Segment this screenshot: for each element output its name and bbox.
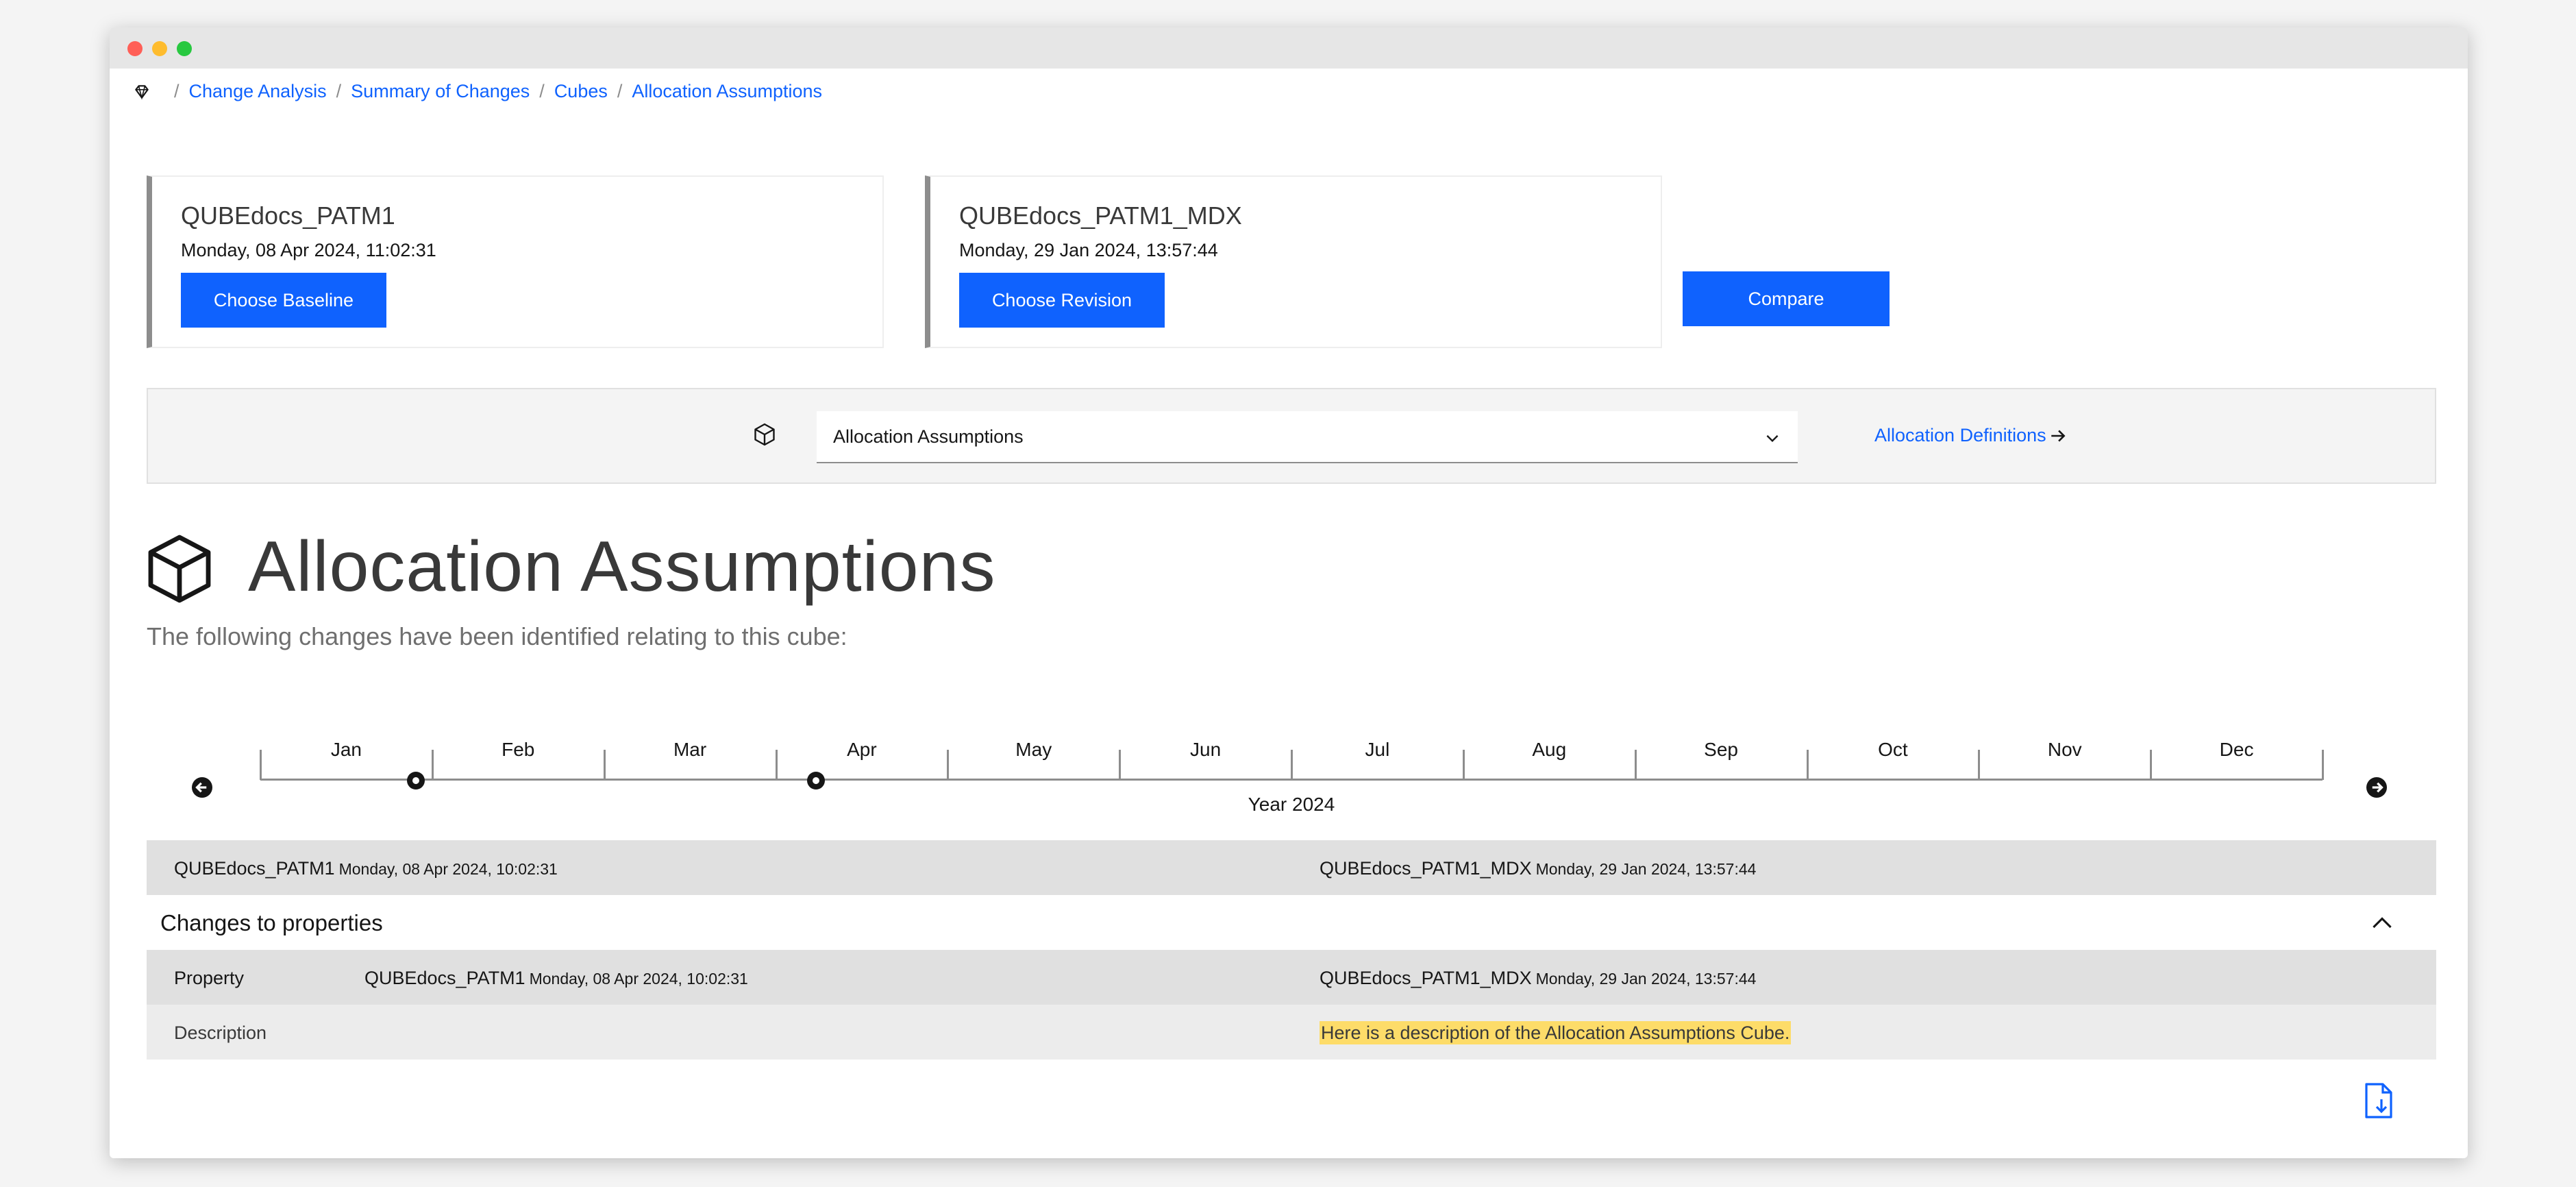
property-column-header: Property (174, 968, 245, 988)
timeline-tick (1291, 750, 1293, 780)
timeline-month-label: Feb (501, 739, 535, 760)
section-title: Changes to properties (160, 910, 383, 935)
timeline-tick (1806, 750, 1809, 780)
table-row: Description Here is a description of the… (147, 1005, 2436, 1060)
cube-icon (148, 535, 211, 603)
chevron-down-icon (1766, 435, 1779, 443)
breadcrumb-separator: / (174, 81, 179, 101)
chevron-up-icon[interactable] (2370, 913, 2394, 932)
comparison-header: QUBEdocs_PATM1 Monday, 08 Apr 2024, 10:02… (147, 840, 2436, 895)
breadcrumb-separator: / (539, 81, 545, 101)
allocation-definitions-label: Allocation Definitions (1874, 425, 2046, 445)
window-titlebar (110, 27, 2468, 69)
timeline-tick (775, 750, 778, 780)
revision-name: QUBEdocs_PATM1_MDX (959, 201, 1242, 230)
changes-to-properties-header[interactable]: Changes to properties (147, 895, 2436, 950)
revision-column-name: QUBEdocs_PATM1_MDX (1320, 968, 1532, 988)
timeline-month-label: Oct (1878, 739, 1908, 760)
timeline-month-label: Aug (1532, 739, 1567, 760)
comparison-left-name: QUBEdocs_PATM1 (174, 858, 335, 879)
properties-table-header: Property QUBEdocs_PATM1 Monday, 08 Apr 20… (147, 950, 2436, 1005)
cube-icon (754, 423, 775, 446)
timeline-tick (1119, 750, 1122, 780)
revision-card: QUBEdocs_PATM1_MDX Monday, 29 Jan 2024, … (925, 175, 1662, 348)
revision-column-date: Monday, 29 Jan 2024, 13:57:44 (1535, 970, 1757, 988)
timeline-tick (1978, 750, 1981, 780)
timeline-tick (1462, 750, 1465, 780)
page-title: Allocation Assumptions (248, 527, 996, 607)
timeline-change-marker[interactable] (807, 772, 826, 790)
breadcrumb-cubes[interactable]: Cubes (554, 81, 608, 102)
timeline-tick (2322, 750, 2324, 780)
timeline-month-label: Jan (330, 739, 362, 760)
app-window: / Change Analysis / Summary of Changes /… (110, 27, 2468, 1158)
home-icon[interactable] (133, 83, 151, 101)
timeline-tick (1634, 750, 1637, 780)
cube-select-dropdown[interactable]: Allocation Assumptions (817, 411, 1798, 463)
breadcrumb-summary-of-changes[interactable]: Summary of Changes (351, 81, 530, 102)
breadcrumb-change-analysis[interactable]: Change Analysis (189, 81, 327, 102)
allocation-definitions-link[interactable]: Allocation Definitions (1874, 425, 2067, 446)
baseline-name: QUBEdocs_PATM1 (181, 201, 395, 230)
choose-revision-button[interactable]: Choose Revision (959, 273, 1165, 328)
breadcrumb-separator: / (617, 81, 623, 101)
timeline-month-label: Jul (1365, 739, 1390, 760)
baseline-date: Monday, 08 Apr 2024, 11:02:31 (181, 240, 436, 260)
breadcrumb-allocation-assumptions[interactable]: Allocation Assumptions (632, 81, 822, 102)
timeline-month-label: Jun (1190, 739, 1222, 760)
timeline-next-button[interactable] (2366, 777, 2387, 798)
timeline: Year 2024 Jan Feb Mar Apr May Jun Jul Aug Sep Oct… (110, 713, 2468, 836)
choose-baseline-button[interactable]: Choose Baseline (181, 273, 386, 328)
baseline-column-date: Monday, 08 Apr 2024, 10:02:31 (529, 970, 748, 988)
timeline-previous-button[interactable] (192, 777, 212, 798)
breadcrumb-separator: / (336, 81, 342, 101)
baseline-column-header: QUBEdocs_PATM1 Monday, 08 Apr 2024, 10:02… (364, 968, 748, 989)
timeline-tick (603, 750, 606, 780)
timeline-tick (947, 750, 950, 780)
timeline-month-label: Dec (2219, 739, 2254, 760)
maximize-window-button[interactable] (177, 41, 192, 56)
minimize-window-button[interactable] (152, 41, 167, 56)
comparison-right-name: QUBEdocs_PATM1_MDX (1320, 858, 1532, 879)
comparison-left-date: Monday, 08 Apr 2024, 10:02:31 (338, 860, 558, 878)
comparison-right: QUBEdocs_PATM1_MDX Monday, 29 Jan 2024, 1… (1320, 858, 1756, 879)
compare-button[interactable]: Compare (1683, 271, 1890, 326)
cube-selector-bar: Allocation Assumptions Allocation Defini… (147, 388, 2436, 484)
export-document-icon[interactable] (2364, 1083, 2394, 1118)
timeline-month-label: Apr (847, 739, 877, 760)
baseline-card: QUBEdocs_PATM1 Monday, 08 Apr 2024, 11:0… (147, 175, 884, 348)
timeline-month-label: Sep (1704, 739, 1738, 760)
timeline-change-marker[interactable] (406, 772, 425, 790)
cube-select-value: Allocation Assumptions (833, 426, 1024, 447)
changed-value-highlight: Here is a description of the Allocation … (1320, 1021, 1792, 1044)
timeline-month-label: May (1015, 739, 1052, 760)
page-subtitle: The following changes have been identifi… (147, 622, 847, 650)
revision-date: Monday, 29 Jan 2024, 13:57:44 (959, 240, 1218, 260)
close-window-button[interactable] (127, 41, 143, 56)
timeline-tick (2150, 750, 2153, 780)
arrow-right-icon (2051, 429, 2066, 442)
property-name: Description (174, 1023, 267, 1043)
revision-column-header: QUBEdocs_PATM1_MDX Monday, 29 Jan 2024, 1… (1320, 968, 1756, 989)
timeline-month-label: Mar (673, 739, 707, 760)
comparison-right-date: Monday, 29 Jan 2024, 13:57:44 (1535, 860, 1757, 878)
breadcrumb: / Change Analysis / Summary of Changes /… (133, 81, 822, 102)
timeline-year-label: Year 2024 (1248, 794, 1335, 815)
timeline-tick (431, 750, 434, 780)
timeline-tick (260, 750, 262, 780)
baseline-column-name: QUBEdocs_PATM1 (364, 968, 525, 988)
comparison-left: QUBEdocs_PATM1 Monday, 08 Apr 2024, 10:02… (174, 858, 558, 879)
revision-value: Here is a description of the Allocation … (1320, 1021, 1792, 1044)
timeline-month-label: Nov (2047, 739, 2082, 760)
